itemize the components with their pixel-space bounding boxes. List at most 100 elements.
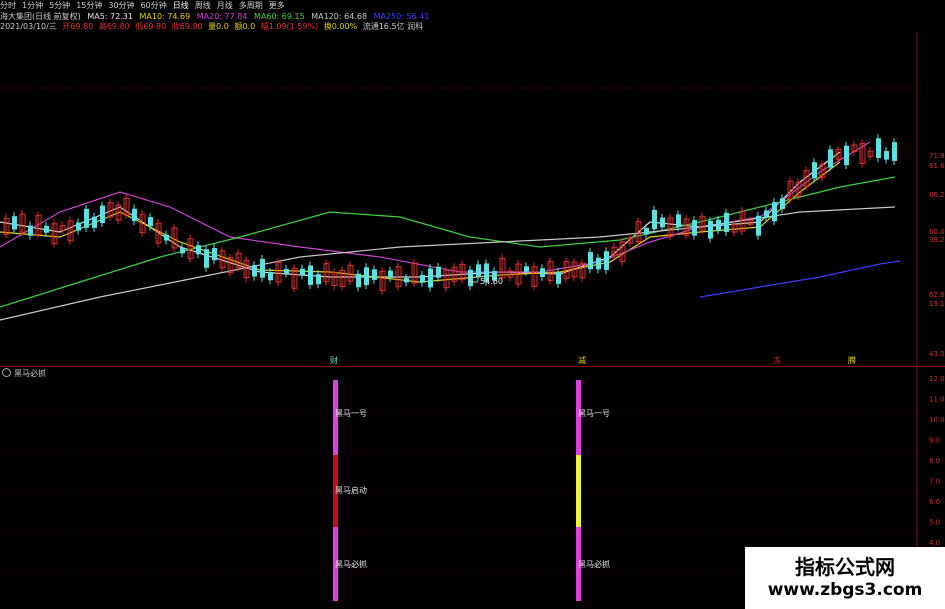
indicator-axis-label: 4.0	[929, 539, 940, 547]
candle-body	[76, 222, 81, 231]
indicator-settings-icon[interactable]	[2, 368, 11, 377]
signal-label: 黑马必抓	[335, 559, 367, 569]
candle-body	[828, 149, 833, 168]
period-tab-4[interactable]: 30分钟	[108, 1, 134, 10]
candle-body	[428, 268, 433, 288]
signal-label: 黑马一号	[578, 409, 610, 418]
candle-body	[364, 267, 369, 286]
candle-body	[892, 142, 897, 161]
candle-body	[884, 151, 889, 160]
ma20-line	[0, 141, 871, 273]
ma10-value: MA10: 74.69	[139, 12, 191, 21]
indicator-axis-label: 9.0	[929, 437, 940, 445]
period-tab-10[interactable]: 更多	[269, 1, 285, 10]
candle-body	[476, 264, 481, 278]
watermark-title: 指标公式网	[795, 555, 895, 579]
indicator-axis-label: 8.0	[929, 457, 940, 465]
candle-body	[180, 247, 185, 254]
event-marker: 减	[578, 355, 586, 365]
candle-body	[556, 271, 561, 284]
candle-body	[164, 234, 169, 241]
period-tab-1[interactable]: 1分钟	[22, 1, 43, 10]
watermark-url: www.zbgs3.com	[767, 580, 923, 600]
candle-body	[132, 208, 137, 222]
candle-body	[596, 257, 601, 270]
indicator-axis-label: 7.0	[929, 478, 940, 486]
price-axis-label: 43.0	[929, 350, 945, 358]
candle-body	[876, 138, 881, 159]
candle-body	[780, 198, 785, 210]
candle-body	[356, 273, 361, 288]
candle-body	[316, 274, 321, 285]
candle-body	[148, 217, 153, 227]
candle-body	[12, 216, 17, 230]
quote-amount: 额0.0	[234, 22, 256, 31]
candle-body	[692, 220, 697, 236]
candle-body	[284, 268, 289, 274]
candle-body	[724, 212, 729, 232]
candle-body	[300, 268, 305, 276]
quote-turnover: 换0.00%	[323, 22, 358, 31]
candle-body	[404, 278, 409, 283]
candle-body	[372, 269, 377, 280]
indicator-axis-label: 11.0	[929, 396, 945, 404]
price-axis-label: 61.6	[929, 162, 945, 170]
candle-body	[772, 202, 777, 222]
candle-body	[716, 219, 721, 231]
candle-body	[308, 265, 313, 285]
quote-open: 开69.80	[62, 22, 94, 31]
ma250-value: MA250: 56.41	[373, 12, 430, 21]
ma60-value: MA60: 69.15	[254, 12, 305, 21]
indicator-axis-label: 10.0	[929, 416, 945, 424]
quote-float: 流通16.5亿 润科	[362, 22, 424, 31]
period-tab-7[interactable]: 周线	[195, 1, 211, 10]
candle-body	[652, 209, 657, 230]
quote-change: 幅1.09(1.59%)	[260, 22, 319, 31]
indicator-title: 黑马必抓	[14, 369, 46, 378]
period-toolbar: 分时 1分钟 5分钟 15分钟 30分钟 60分钟 日线 周线 月线 多周期 更多	[0, 0, 945, 11]
period-tab-3[interactable]: 15分钟	[76, 1, 102, 10]
period-tab-9[interactable]: 多周期	[239, 1, 263, 10]
candle-body	[44, 225, 49, 233]
quote-high: 高69.80	[98, 22, 130, 31]
ma250-line	[699, 260, 901, 298]
price-axis-label: 71.9	[929, 152, 945, 160]
low-price-marker: 54.60	[480, 277, 503, 286]
event-marker: 财	[330, 355, 338, 365]
event-marker: 冻	[773, 355, 781, 365]
candle-body	[204, 249, 209, 268]
indicator-axis-label: 5.0	[929, 519, 940, 527]
quote-low: 低69.80	[135, 22, 167, 31]
period-tab-6[interactable]: 日线	[173, 1, 189, 10]
candle-body	[212, 247, 217, 261]
candle-body	[756, 215, 761, 236]
quote-volume: 量0.0	[208, 22, 229, 31]
candlestick-chart[interactable]: 71.9 61.6 66.2 60.038.2 62.619.1 43.0 54.60 财 减 冻…	[0, 32, 945, 366]
candle-body	[844, 145, 849, 166]
candle-body	[84, 208, 89, 228]
candle-body	[100, 205, 105, 223]
period-tab-8[interactable]: 月线	[217, 1, 233, 10]
quote-close: 收69.80	[171, 22, 203, 31]
period-tab-2[interactable]: 5分钟	[49, 1, 70, 10]
event-marker: 腾	[848, 355, 856, 365]
candle-body	[260, 258, 265, 278]
candle-body	[196, 245, 201, 255]
indicator-axis-label: 12.0	[929, 375, 945, 383]
candle-body	[708, 220, 713, 239]
price-axis-label: 62.6	[929, 291, 945, 299]
ma20-value: MA20: 77.84	[196, 12, 248, 21]
price-axis-label: 66.2	[929, 191, 945, 199]
period-tab-0[interactable]: 分时	[0, 1, 16, 10]
period-tab-5[interactable]: 60分钟	[141, 1, 167, 10]
candle-body	[252, 265, 257, 277]
quote-date: 2021/03/10/三	[0, 22, 57, 31]
candle-body	[388, 270, 393, 278]
candle-body	[588, 252, 593, 270]
candle-body	[92, 216, 97, 228]
signal-label: 黑马启动	[335, 485, 367, 495]
price-axis-label: 19.1	[929, 300, 945, 308]
ma120-value: MA120: 64.68	[311, 12, 368, 21]
candle-body	[676, 214, 681, 228]
candle-body	[436, 266, 441, 278]
